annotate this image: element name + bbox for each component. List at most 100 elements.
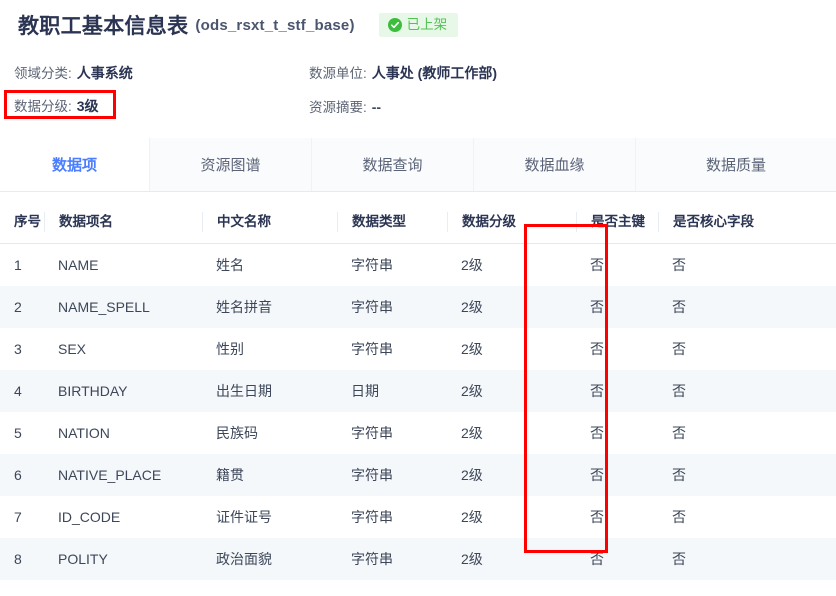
column-header-field-name[interactable]: 数据项名 [44, 202, 202, 244]
metadata-block: 领域分类: 人事系统 数源单位: 人事处 (教师工作部) 数据分级: 3级 资源… [0, 56, 836, 122]
cell-cn-name: 性别 [216, 341, 244, 357]
column-header-cn-name[interactable]: 中文名称 [202, 202, 337, 244]
resource-detail-page: 教职工基本信息表 (ods_rsxt_t_stf_base) 已上架 领域分类:… [0, 0, 836, 596]
cell-index: 5 [14, 425, 22, 441]
table-row[interactable]: 8 POLITY 政治面貌 字符串 2级 否 否 [0, 538, 836, 580]
tab-data-query[interactable]: 数据查询 [312, 138, 474, 191]
cell-field-name: ID_CODE [58, 509, 121, 525]
cell-index: 6 [0, 454, 44, 496]
cell-field-name: SEX [58, 341, 87, 357]
field-resource-summary-value: -- [371, 98, 382, 115]
cell-data-type: 字符串 [351, 425, 393, 441]
table-body: 1 NAME 姓名 字符串 2级 否 否 2 NAME_SPELL 姓名拼音 字… [0, 244, 836, 580]
field-source-unit-value: 人事处 (教师工作部) [371, 65, 497, 81]
column-header-index[interactable]: 序号 [0, 202, 44, 244]
table-row[interactable]: 1 NAME 姓名 字符串 2级 否 否 [0, 244, 836, 287]
cell-is-pk: 否 [576, 538, 658, 580]
field-data-grade: 数据分级: 3级 [14, 95, 309, 116]
field-domain-category-label: 领域分类: [14, 66, 72, 81]
field-domain-category: 领域分类: 人事系统 [14, 62, 309, 83]
field-resource-summary-label: 资源摘要: [309, 99, 367, 115]
cell-is-pk: 否 [590, 425, 604, 441]
cell-is-core: 否 [658, 286, 836, 328]
cell-data-type: 字符串 [351, 509, 393, 525]
cell-index: 1 [14, 257, 22, 273]
cell-is-pk: 否 [590, 341, 604, 357]
field-data-grade-value: 3级 [76, 98, 99, 114]
tab-data-quality-label: 数据质量 [705, 157, 766, 174]
tab-data-lineage-label: 数据血缘 [524, 157, 585, 174]
table-row[interactable]: 3 SEX 性别 字符串 2级 否 否 [0, 328, 836, 370]
table-header-row: 序号 数据项名 中文名称 数据类型 数据分级 是否主键 是否核心字段 [0, 202, 836, 244]
cell-field-name: POLITY [44, 538, 202, 580]
cell-data-grade: 2级 [447, 454, 576, 496]
cell-is-pk: 否 [590, 509, 604, 525]
field-resource-summary: 资源摘要: -- [309, 96, 381, 116]
cell-data-grade: 2级 [447, 286, 576, 328]
field-domain-category-value: 人事系统 [76, 65, 133, 81]
metadata-row-1: 领域分类: 人事系统 数源单位: 人事处 (教师工作部) [14, 56, 836, 89]
cell-is-core: 否 [672, 257, 686, 273]
cell-cn-name: 姓名 [216, 257, 244, 273]
data-items-table: 序号 数据项名 中文名称 数据类型 数据分级 是否主键 是否核心字段 1 NAM… [0, 202, 836, 580]
tab-data-lineage[interactable]: 数据血缘 [474, 138, 636, 191]
cell-field-name: NATION [58, 425, 110, 441]
tab-resource-graph[interactable]: 资源图谱 [150, 138, 312, 191]
cell-index: 8 [0, 538, 44, 580]
cell-data-type: 字符串 [337, 454, 447, 496]
cell-cn-name: 民族码 [216, 425, 258, 441]
status-badge-label: 已上架 [406, 17, 448, 33]
cell-is-core: 否 [672, 341, 686, 357]
cell-data-grade: 2级 [461, 341, 483, 357]
tab-bar: 数据项 资源图谱 数据查询 数据血缘 数据质量 [0, 138, 836, 192]
table-code: (ods_rsxt_t_stf_base) [195, 16, 355, 34]
tab-data-items[interactable]: 数据项 [0, 138, 150, 191]
table-row[interactable]: 5 NATION 民族码 字符串 2级 否 否 [0, 412, 836, 454]
cell-index: 7 [14, 509, 22, 525]
cell-is-pk: 否 [576, 370, 658, 412]
status-badge: 已上架 [378, 13, 459, 37]
cell-is-pk: 否 [576, 286, 658, 328]
cell-field-name: NAME_SPELL [44, 286, 202, 328]
table-row[interactable]: 6 NATIVE_PLACE 籍贯 字符串 2级 否 否 [0, 454, 836, 496]
data-items-table-wrapper: 序号 数据项名 中文名称 数据类型 数据分级 是否主键 是否核心字段 1 NAM… [0, 202, 836, 580]
field-source-unit: 数源单位: 人事处 (教师工作部) [309, 62, 497, 83]
cell-is-core: 否 [658, 370, 836, 412]
cell-cn-name: 政治面貌 [202, 538, 337, 580]
cell-data-grade: 2级 [461, 257, 483, 273]
cell-field-name: NAME [58, 257, 99, 273]
cell-data-type: 字符串 [337, 538, 447, 580]
cell-is-core: 否 [672, 509, 686, 525]
cell-cn-name: 出生日期 [202, 370, 337, 412]
table-row[interactable]: 4 BIRTHDAY 出生日期 日期 2级 否 否 [0, 370, 836, 412]
table-row[interactable]: 7 ID_CODE 证件证号 字符串 2级 否 否 [0, 496, 836, 538]
cell-cn-name: 籍贯 [202, 454, 337, 496]
tab-data-query-label: 数据查询 [362, 157, 423, 174]
cell-cn-name: 姓名拼音 [202, 286, 337, 328]
cell-is-core: 否 [658, 454, 836, 496]
column-header-is-core[interactable]: 是否核心字段 [658, 202, 836, 244]
field-data-grade-label: 数据分级: [14, 99, 72, 114]
cell-data-grade: 2级 [447, 370, 576, 412]
table-row[interactable]: 2 NAME_SPELL 姓名拼音 字符串 2级 否 否 [0, 286, 836, 328]
column-header-data-type[interactable]: 数据类型 [337, 202, 447, 244]
cell-is-core: 否 [658, 538, 836, 580]
table-header: 序号 数据项名 中文名称 数据类型 数据分级 是否主键 是否核心字段 [0, 202, 836, 244]
page-title: 教职工基本信息表 [18, 15, 189, 38]
cell-data-type: 日期 [337, 370, 447, 412]
cell-cn-name: 证件证号 [216, 509, 272, 525]
cell-is-pk: 否 [590, 257, 604, 273]
cell-data-type: 字符串 [351, 257, 393, 273]
tab-data-items-label: 数据项 [51, 157, 97, 174]
cell-data-type: 字符串 [351, 341, 393, 357]
cell-index: 4 [0, 370, 44, 412]
cell-index: 2 [0, 286, 44, 328]
cell-data-grade: 2级 [461, 509, 483, 525]
column-header-data-grade[interactable]: 数据分级 [447, 202, 576, 244]
cell-is-pk: 否 [576, 454, 658, 496]
tab-data-quality[interactable]: 数据质量 [636, 138, 836, 191]
cell-field-name: BIRTHDAY [44, 370, 202, 412]
cell-data-grade: 2级 [461, 425, 483, 441]
check-circle-icon [387, 18, 402, 32]
column-header-is-pk[interactable]: 是否主键 [576, 202, 658, 244]
